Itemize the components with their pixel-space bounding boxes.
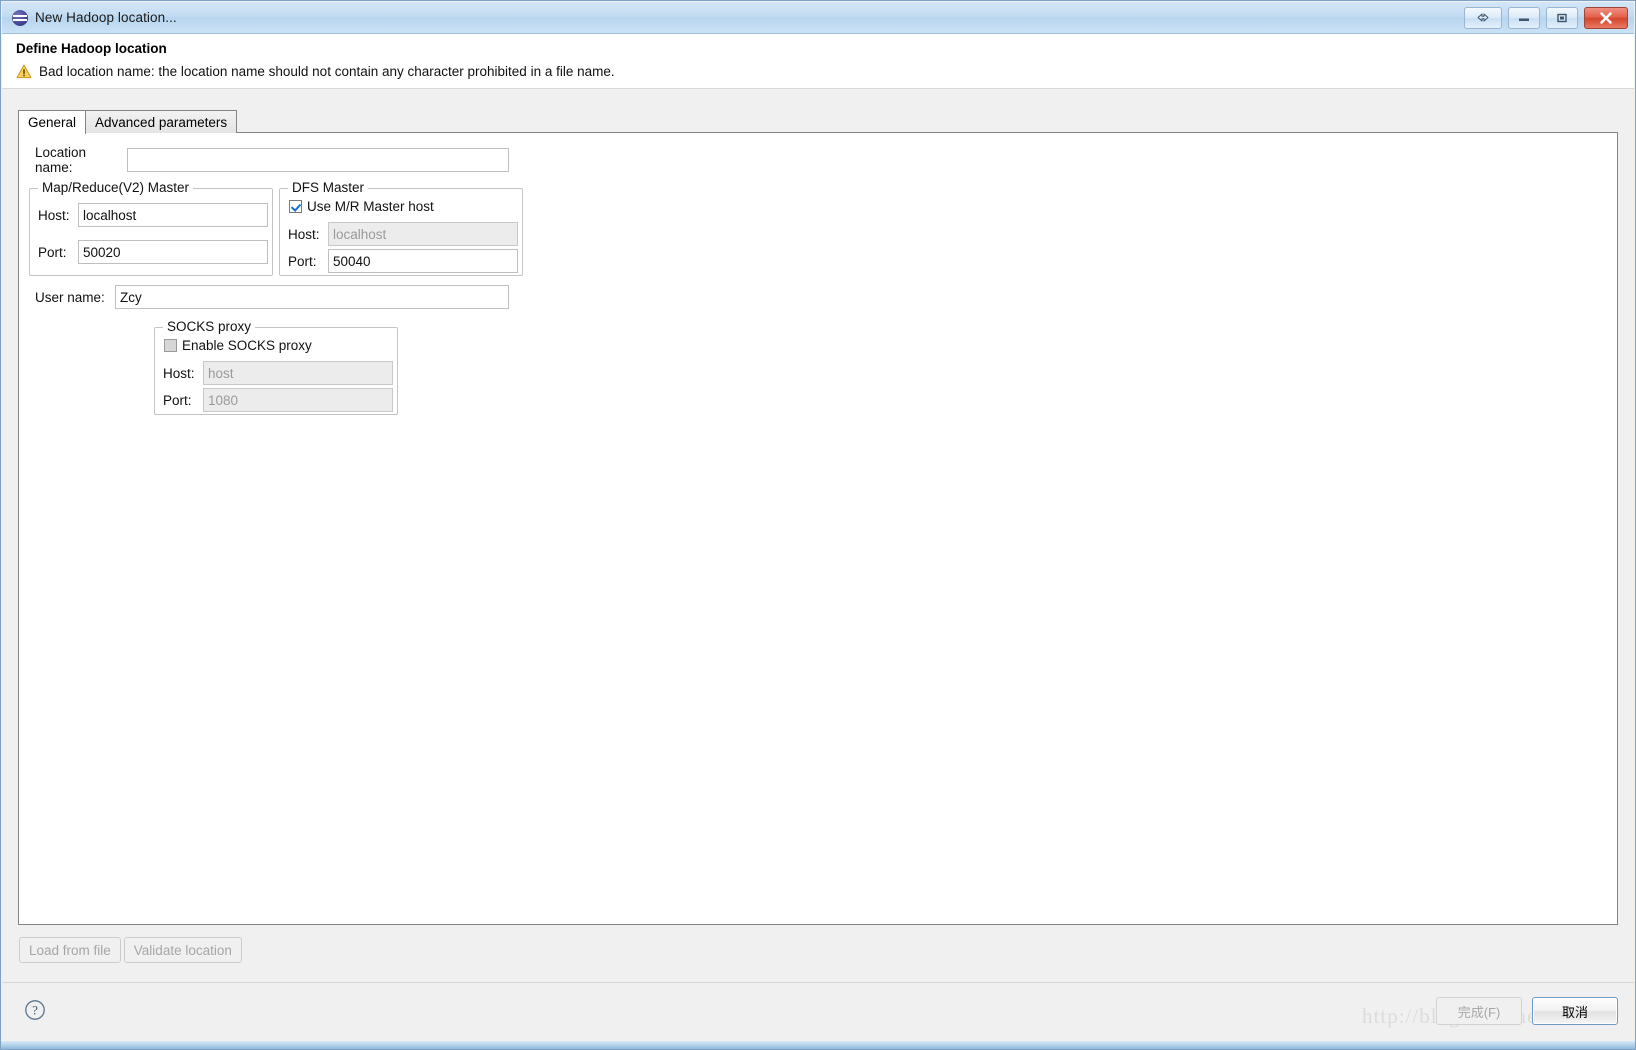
validate-location-button[interactable]: Validate location: [123, 937, 242, 963]
dialog-action-buttons: 完成(F) 取消: [1436, 997, 1618, 1025]
warning-icon: [16, 64, 32, 79]
window-title: New Hadoop location...: [35, 10, 177, 25]
minimize-icon[interactable]: [1508, 6, 1540, 29]
location-name-label: Location name:: [35, 145, 87, 175]
dialog-footer: ? http://blog.csdn.net/Iamadk 完成(F) 取消: [2, 982, 1634, 1041]
location-name-row: Location name:: [35, 145, 509, 175]
user-name-label: User name:: [35, 289, 105, 305]
validation-message-text: Bad location name: the location name sho…: [39, 64, 615, 79]
enable-socks-proxy-label: Enable SOCKS proxy: [182, 338, 312, 353]
restore-arrows-icon[interactable]: [1464, 6, 1502, 29]
mr-port-label: Port:: [38, 244, 67, 260]
use-mr-master-host-checkbox-row[interactable]: Use M/R Master host: [289, 199, 434, 214]
dfs-port-row: Port:: [288, 249, 518, 273]
close-icon[interactable]: [1584, 6, 1628, 29]
dfs-port-label: Port:: [288, 253, 317, 269]
eclipse-hadoop-icon: [12, 9, 28, 26]
socks-host-input: [203, 361, 393, 385]
svg-text:?: ?: [32, 1004, 38, 1018]
socks-host-row: Host:: [163, 361, 393, 385]
cancel-button[interactable]: 取消: [1532, 997, 1618, 1025]
mr-host-row: Host:: [38, 203, 268, 227]
socks-port-row: Port:: [163, 388, 393, 412]
title-bar: New Hadoop location...: [2, 2, 1634, 34]
dialog-window: New Hadoop location... Define Hadoop loc…: [0, 0, 1636, 1050]
dfs-host-input: [328, 222, 518, 246]
enable-socks-proxy-checkbox-row[interactable]: Enable SOCKS proxy: [164, 338, 312, 353]
mapreduce-master-title: Map/Reduce(V2) Master: [38, 180, 194, 195]
help-question-icon[interactable]: ?: [24, 999, 46, 1021]
tab-bar: General Advanced parameters: [18, 109, 238, 134]
socks-port-input: [203, 388, 393, 412]
location-name-input[interactable]: [127, 148, 509, 172]
socks-proxy-group: SOCKS proxy Enable SOCKS proxy Host: Por…: [154, 319, 398, 415]
enable-socks-proxy-checkbox[interactable]: [164, 339, 177, 352]
dfs-host-row: Host:: [288, 222, 518, 246]
window-controls: [1464, 6, 1628, 29]
maximize-icon[interactable]: [1546, 6, 1578, 29]
dfs-master-group: DFS Master Use M/R Master host Host: Por…: [279, 180, 523, 276]
tab-general[interactable]: General: [18, 110, 87, 134]
use-mr-master-host-label: Use M/R Master host: [307, 199, 434, 214]
dfs-master-title: DFS Master: [288, 180, 369, 195]
page-title: Define Hadoop location: [16, 41, 167, 56]
socks-port-label: Port:: [163, 392, 192, 408]
use-mr-master-host-checkbox[interactable]: [289, 200, 302, 213]
mr-host-input[interactable]: [78, 203, 268, 227]
finish-button[interactable]: 完成(F): [1436, 997, 1522, 1025]
dialog-body: General Advanced parameters Location nam…: [2, 89, 1634, 982]
mr-port-input[interactable]: [78, 240, 268, 264]
tab-advanced-parameters[interactable]: Advanced parameters: [85, 110, 238, 133]
user-name-input[interactable]: [115, 285, 509, 309]
dialog-header: Define Hadoop location Bad location name…: [2, 34, 1634, 89]
window-frame-bottom: [1, 1041, 1635, 1049]
socks-host-label: Host:: [163, 365, 195, 381]
user-name-row: User name:: [35, 285, 509, 309]
load-from-file-button[interactable]: Load from file: [19, 937, 121, 963]
socks-proxy-title: SOCKS proxy: [163, 319, 256, 334]
mapreduce-master-group: Map/Reduce(V2) Master Host: Port:: [29, 180, 273, 276]
mr-port-row: Port:: [38, 240, 268, 264]
validation-message: Bad location name: the location name sho…: [16, 64, 615, 79]
dfs-port-input[interactable]: [328, 249, 518, 273]
panel-action-buttons: Load from file Validate location: [19, 937, 242, 963]
dfs-host-label: Host:: [288, 226, 320, 242]
mr-host-label: Host:: [38, 207, 70, 223]
tab-panel-general: Location name: Map/Reduce(V2) Master Hos…: [18, 132, 1618, 925]
